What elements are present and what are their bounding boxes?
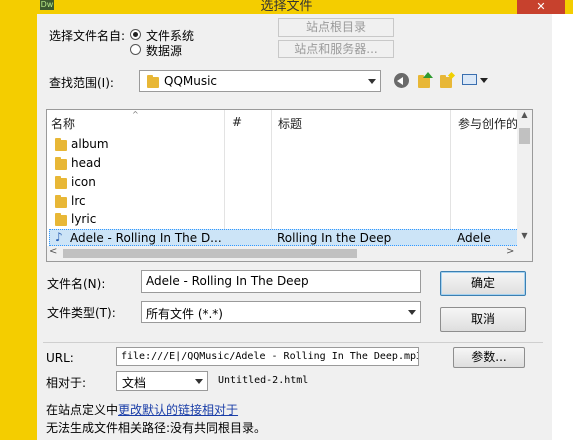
params-button[interactable]: 参数... <box>453 347 525 368</box>
relative-value: 文档 <box>122 376 147 390</box>
site-definition-prefix: 在站点定义中 <box>46 403 119 417</box>
change-link-relative-link[interactable]: 更改默认的链接相对于 <box>118 403 238 417</box>
filetype-label: 文件类型(T): <box>47 306 116 320</box>
music-file-icon: ♪ <box>55 230 63 244</box>
folder-icon <box>55 138 67 151</box>
column-line <box>224 130 225 230</box>
column-divider[interactable] <box>450 110 451 130</box>
column-header-name[interactable]: 名称 <box>51 115 75 132</box>
sort-up-icon: ^ <box>132 110 139 119</box>
url-input[interactable]: file:///E|/QQMusic/Adele - Rolling In Th… <box>116 347 419 366</box>
scroll-down-arrow[interactable]: ▼ <box>517 231 532 246</box>
list-item[interactable]: icon <box>53 174 213 192</box>
path-warning-text: 无法生成文件相关路径:没有共同根目录。 <box>46 421 267 435</box>
list-item[interactable]: lrc <box>53 193 213 211</box>
view-dropdown-arrow <box>480 78 488 83</box>
column-divider[interactable] <box>271 110 272 130</box>
list-item[interactable]: head <box>53 155 213 173</box>
vertical-scrollbar[interactable]: ▲ ▼ <box>517 110 532 246</box>
list-item[interactable]: lyric <box>53 211 213 229</box>
radio-datasource-label[interactable]: 数据源 <box>146 42 182 59</box>
folder-name: lrc <box>71 194 86 208</box>
file-list[interactable]: 名称 ^ # 标题 参与创作的 album head icon lrc lyri… <box>46 109 533 262</box>
relative-label: 相对于: <box>46 376 87 390</box>
column-header-artist[interactable]: 参与创作的 <box>458 115 518 132</box>
column-line <box>450 130 451 230</box>
horizontal-scroll-thumb[interactable] <box>63 249 357 258</box>
chevron-down-icon <box>195 379 203 384</box>
column-header-title[interactable]: 标题 <box>278 115 302 132</box>
back-arrow-glyph <box>397 77 403 85</box>
filename-label: 文件名(N): <box>47 277 106 291</box>
file-artist: Adele <box>457 231 491 245</box>
radio-filesystem[interactable] <box>130 29 141 40</box>
up-arrow-glyph <box>423 72 433 78</box>
folder-icon <box>55 195 67 208</box>
column-line <box>271 130 272 230</box>
chevron-down-icon <box>408 310 416 315</box>
filename-input[interactable]: Adele - Rolling In The Deep <box>141 270 421 293</box>
filetype-value: 所有文件 (*.*) <box>146 307 223 321</box>
window-frame-right <box>552 14 573 440</box>
url-label: URL: <box>46 351 74 365</box>
window-title: 选择文件 <box>260 0 313 14</box>
lookin-combo[interactable]: QQMusic <box>139 70 381 92</box>
column-divider[interactable] <box>224 110 225 130</box>
horizontal-scrollbar[interactable]: < > <box>47 246 532 261</box>
folder-icon <box>147 75 159 88</box>
close-button[interactable]: ✕ <box>517 0 565 14</box>
folder-icon <box>55 213 67 226</box>
filetype-select[interactable]: 所有文件 (*.*) <box>141 301 421 323</box>
select-from-label: 选择文件名自: <box>49 29 126 43</box>
scroll-right-arrow[interactable]: > <box>506 246 518 257</box>
folder-name: head <box>71 156 101 170</box>
back-icon[interactable] <box>394 73 409 88</box>
new-folder-icon[interactable] <box>439 71 456 88</box>
view-grid-glyph <box>462 74 477 85</box>
document-name: Untitled-2.html <box>218 375 309 386</box>
vertical-scroll-thumb[interactable] <box>519 128 530 144</box>
scroll-up-arrow[interactable]: ▲ <box>517 110 532 125</box>
list-item[interactable]: album <box>53 136 213 154</box>
window-frame-left <box>0 14 37 440</box>
up-folder-shape <box>418 75 430 88</box>
site-server-button[interactable]: 站点和服务器... <box>278 40 394 58</box>
list-item-selected[interactable]: ♪ Adele - Rolling In The D... Rolling In… <box>49 229 519 246</box>
up-folder-icon[interactable] <box>417 72 433 88</box>
folder-icon <box>55 157 67 170</box>
cancel-button[interactable]: 取消 <box>440 307 526 332</box>
site-definition-text: 在站点定义中更改默认的链接相对于 <box>46 401 238 418</box>
scroll-left-arrow[interactable]: < <box>49 246 61 257</box>
view-menu-icon[interactable] <box>462 73 488 87</box>
file-title: Rolling In the Deep <box>277 231 392 245</box>
section-divider <box>43 342 543 343</box>
radio-datasource[interactable] <box>130 44 141 55</box>
lookin-value: QQMusic <box>164 74 218 88</box>
relative-select[interactable]: 文档 <box>116 371 208 391</box>
folder-icon <box>55 176 67 189</box>
folder-name: album <box>71 137 109 151</box>
lookin-label: 查找范围(I): <box>49 76 114 90</box>
site-root-button[interactable]: 站点根目录 <box>278 18 394 37</box>
folder-name: lyric <box>71 212 97 226</box>
file-name: Adele - Rolling In The D... <box>70 231 222 245</box>
folder-name: icon <box>71 175 96 189</box>
column-header-number[interactable]: # <box>232 115 242 129</box>
ok-button[interactable]: 确定 <box>440 271 526 296</box>
chevron-down-icon <box>368 79 376 84</box>
